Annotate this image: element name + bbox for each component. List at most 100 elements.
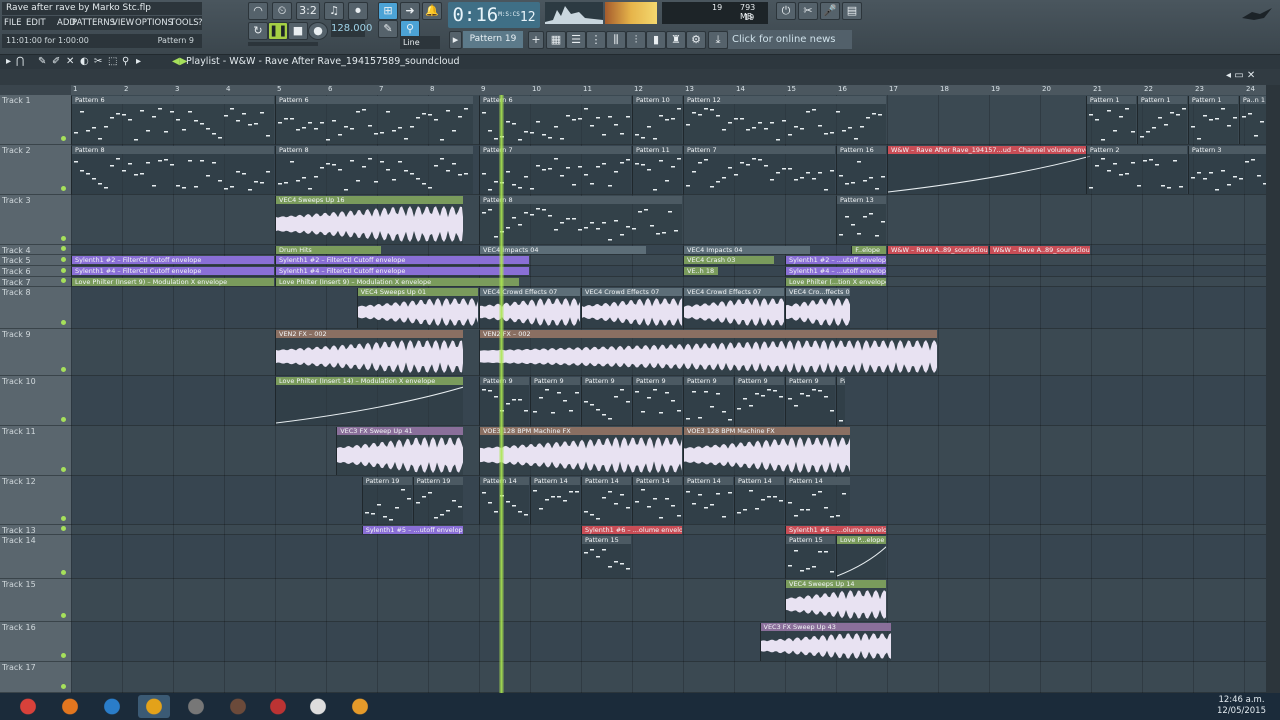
clip-notes[interactable]: Pattern 13 (836, 196, 886, 244)
firefox-icon[interactable] (54, 695, 86, 718)
track-mute-led[interactable] (61, 268, 66, 273)
menu-item-edit[interactable]: EDIT (26, 16, 46, 30)
window-controls[interactable]: ◂ ▭ ✕ (1226, 70, 1255, 81)
track-header[interactable]: Track 6 (0, 266, 71, 277)
slice-icon[interactable]: ✂ (94, 56, 102, 67)
clip-none[interactable]: W&W – Rave A..89_soundcloud (989, 246, 1090, 254)
clip-notes[interactable]: Pattern 15 (581, 536, 631, 578)
plugin-icon[interactable]: ▮ (646, 31, 666, 49)
track-lane[interactable] (71, 622, 1280, 662)
arrow-right-icon[interactable]: ▸ (6, 56, 11, 67)
track-header[interactable]: Track 12 (0, 476, 71, 525)
track-mute-led[interactable] (61, 613, 66, 618)
track-mute-led[interactable] (61, 186, 66, 191)
clip-notes[interactable]: Pattern 14 (479, 477, 529, 524)
clip-wave[interactable]: VEC4 Crowd Effects 07 (479, 288, 580, 328)
clip-env[interactable]: Love Philter (Insert 14) – Modulation X … (275, 377, 463, 425)
chrome-icon[interactable] (12, 695, 44, 718)
menu-item-options[interactable]: OPTIONS (135, 16, 173, 30)
track-mute-led[interactable] (61, 653, 66, 658)
clip-notes[interactable]: Pattern 9 (632, 377, 682, 425)
app-icon-1[interactable] (180, 695, 212, 718)
tempo-display[interactable]: 128.000 (331, 20, 372, 37)
track-mute-led[interactable] (61, 684, 66, 689)
clip-none[interactable]: Love Philter (Insert 9) – Modulation X e… (71, 278, 274, 286)
track-mute-led[interactable] (61, 516, 66, 521)
track-mute-led[interactable] (61, 467, 66, 472)
mic-icon[interactable]: 🎤 (820, 2, 840, 20)
clip-notes[interactable]: Pattern 8 (275, 146, 473, 194)
app-icon-3[interactable] (262, 695, 294, 718)
app-icon-4[interactable] (302, 695, 334, 718)
pattern-mode-icon[interactable]: ◠ (248, 2, 268, 20)
clip-notes[interactable]: Pattern 11 (632, 146, 682, 194)
bell-icon[interactable]: 🔔 (422, 2, 442, 20)
master-volume-slider[interactable] (248, 42, 318, 46)
track-mute-led[interactable] (61, 236, 66, 241)
clip-env[interactable]: W&W – Rave After Rave_194157...ud – Chan… (887, 146, 1090, 194)
track-lane[interactable] (71, 245, 1280, 255)
track-header[interactable]: Track 11 (0, 426, 71, 476)
save-icon[interactable]: ▤ (842, 2, 862, 20)
track-mute-led[interactable] (61, 417, 66, 422)
stop-button[interactable]: ■ (288, 22, 308, 40)
clip-none[interactable]: Drum Hits (275, 246, 382, 254)
clip-notes[interactable]: Pattern 19 (412, 477, 463, 524)
clip-wave[interactable]: VEC4 Crowd Effects 07 (683, 288, 784, 328)
clip-notes[interactable]: Pattern 7 (683, 146, 835, 194)
brush-icon[interactable]: ✐ (52, 56, 60, 67)
clip-wave[interactable]: VOE3 128 BPM Machine FX (683, 427, 851, 475)
clip-none[interactable]: Sylenth1 #4 – ...utoff envelope (785, 267, 886, 276)
clip-none[interactable]: Sylenth1 #2 – FilterCtl Cutoff envelope (71, 256, 274, 265)
track-header[interactable]: Track 13 (0, 525, 71, 535)
timeline-ruler[interactable]: 1 2 3 4 5 6 7 8 9 10 11 12 13 14 15 16 17 18 19 20 21 22 23 24 (71, 85, 1280, 95)
clip-none[interactable]: VEC4 Impacts 04 (683, 246, 810, 254)
clip-none[interactable]: VE..h 18 (683, 267, 718, 276)
mute-icon[interactable]: ◐ (80, 56, 89, 67)
pattern-selector[interactable]: Pattern 19 (463, 31, 523, 48)
clip-none[interactable]: VEC4 Crash 03 (683, 256, 774, 265)
clip-none[interactable]: Sylenth1 #2 – FilterCtl Cutoff envelope (275, 256, 529, 265)
clip-notes[interactable]: Pattern 16 (836, 146, 886, 194)
cut-icon[interactable]: ✂ (798, 2, 818, 20)
clip-wave[interactable]: VEC4 Sweeps Up 16 (275, 196, 463, 244)
track-mute-led[interactable] (61, 246, 66, 251)
wrench-icon[interactable]: ⚙ (686, 31, 706, 49)
clip-wave[interactable]: VEC4 Sweeps Up 14 (785, 580, 886, 621)
clip-notes[interactable]: Pattern 9 (581, 377, 631, 425)
clip-notes[interactable]: Pattern 3 (1187, 146, 1269, 194)
snap-select[interactable]: Line (400, 36, 440, 49)
song-mode-icon[interactable]: ⏲ (272, 2, 292, 20)
track-header[interactable]: Track 2 (0, 145, 71, 195)
clip-none[interactable]: Sylenth1 #2 – ...utoff envelope (785, 256, 886, 265)
clip-notes[interactable]: Pattern 2 (1085, 146, 1187, 194)
piano-roll-icon[interactable]: ☰ (566, 31, 586, 49)
track-header[interactable]: Track 17 (0, 662, 71, 693)
clip-notes[interactable]: Pattern 15 (785, 536, 835, 578)
snap-icon[interactable]: ⊞ (378, 2, 398, 20)
clip-none[interactable]: Sylenth1 #4 – FilterCtl Cutoff envelope (71, 267, 274, 276)
app-icon-5[interactable] (344, 695, 376, 718)
clip-notes[interactable]: Pattern 1 (1187, 96, 1238, 144)
track-header[interactable]: Track 7 (0, 277, 71, 287)
menu-item-view[interactable]: VIEW (112, 16, 134, 30)
clip-notes[interactable]: Pattern 8 (479, 196, 682, 244)
clip-notes[interactable]: Pattern 14 (734, 477, 784, 524)
record-mode-icon[interactable]: ⏺ (348, 2, 368, 20)
playlist-icon[interactable]: ▦ (546, 31, 566, 49)
fl-studio-icon[interactable] (138, 695, 170, 718)
menu-item-tools[interactable]: TOOLS (170, 16, 199, 30)
menu-item-patterns[interactable]: PATTERNS (72, 16, 115, 30)
clip-notes[interactable]: Pattern 8 (71, 146, 274, 194)
track-mute-led[interactable] (61, 320, 66, 325)
clip-notes[interactable]: Pattern 19 (361, 477, 412, 524)
clip-notes[interactable]: Pattern 9 (836, 377, 846, 425)
playback-icon[interactable]: ▸ (136, 56, 141, 67)
clip-notes[interactable]: Pattern 14 (581, 477, 631, 524)
loop-icon[interactable]: ↻ (248, 22, 268, 40)
clip-none[interactable]: Love Philter (...tion X envelope (785, 278, 886, 286)
app-icon-2[interactable] (222, 695, 254, 718)
clip-notes[interactable]: Pattern 6 (275, 96, 473, 144)
track-lane[interactable] (71, 662, 1280, 693)
track-mute-led[interactable] (61, 257, 66, 262)
